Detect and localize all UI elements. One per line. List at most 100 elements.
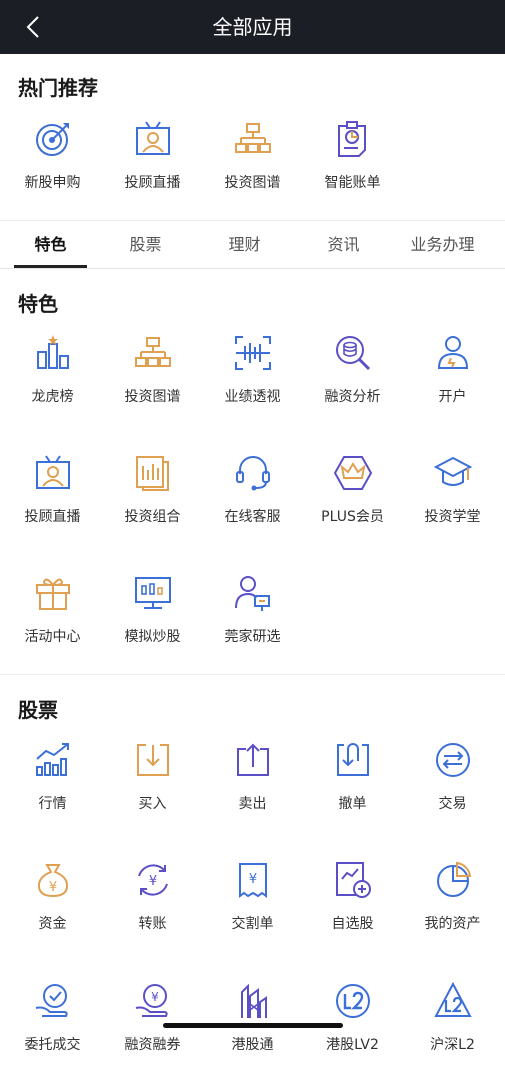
app-label: 港股通 [231,1037,274,1053]
app-label: 自选股 [331,916,374,932]
svg-text:¥: ¥ [151,990,159,1004]
app-label: 我的资产 [424,916,481,932]
svg-text:¥: ¥ [49,880,57,895]
app-new-stock-subscription[interactable]: 新股申购 [2,120,103,230]
app-label: 行情 [38,796,67,812]
app-trade[interactable]: 交易 [402,741,503,851]
app-watchlist[interactable]: 自选股 [302,861,403,971]
hk-building-icon [241,983,267,1018]
exchange-arrows-icon [436,743,470,777]
hot-section-title: 热门推荐 [18,76,98,100]
transfer-icon: ¥ [138,864,168,896]
app-label: 智能账单 [324,175,381,191]
app-label: 投资图谱 [124,389,181,405]
app-label: 投资图谱 [224,175,281,191]
l2-circle-icon [336,984,370,1018]
app-label: 投顾直播 [24,509,81,525]
app-label: 融资分析 [324,389,381,405]
app-label: 委托成交 [24,1037,81,1053]
tab-stocks[interactable]: 股票 [95,222,196,268]
svg-text:¥: ¥ [149,874,157,889]
target-icon [36,123,69,156]
app-online-service[interactable]: 在线客服 [202,454,303,564]
app-dragon-tiger-list[interactable]: 龙虎榜 [2,334,103,444]
buy-tray-icon [137,744,169,776]
app-sell[interactable]: 卖出 [202,741,303,851]
graduation-cap-icon [434,456,472,486]
app-portfolio[interactable]: 投资组合 [102,454,203,564]
candlestick-monitor-icon [135,577,171,609]
add-watchlist-icon [336,862,371,898]
home-indicator[interactable] [163,1023,343,1028]
scan-bars-icon [235,336,271,370]
app-investment-map[interactable]: 投资图谱 [102,334,203,444]
bill-chart-icon [338,121,366,157]
app-plus-member[interactable]: PLUS会员 [302,454,403,564]
app-hk-level2[interactable]: 港股LV2 [302,982,403,1092]
app-market-quotes[interactable]: 行情 [2,741,103,851]
app-funds[interactable]: ¥ 资金 [2,861,103,971]
app-investment-school[interactable]: 投资学堂 [402,454,503,564]
section-divider [0,674,505,675]
page-title: 全部应用 [212,15,293,39]
cancel-order-icon [337,743,369,776]
app-label: 在线客服 [224,509,281,525]
active-tab-underline [14,265,87,268]
app-buy[interactable]: 买入 [102,741,203,851]
gift-box-icon [36,578,70,610]
app-cancel-order[interactable]: 撤单 [302,741,403,851]
app-label: 融资融券 [124,1037,181,1053]
app-my-assets[interactable]: 我的资产 [402,861,503,971]
app-simulated-trading[interactable]: 模拟炒股 [102,574,203,684]
app-label: 交割单 [231,916,274,932]
app-label: 开户 [438,389,467,405]
app-settlement-statement[interactable]: ¥ 交割单 [202,861,303,971]
crown-hexagon-icon [334,456,372,490]
app-sh-sz-level2[interactable]: 沪深L2 [402,982,503,1092]
org-chart-icon [135,337,171,367]
coins-magnifier-icon [336,336,371,371]
l2-triangle-icon [434,982,472,1017]
hand-check-icon [35,984,68,1017]
app-label: 买入 [138,796,167,812]
category-tabs: 特色 股票 理财 资讯 业务办理 [0,222,505,269]
app-hk-connect[interactable]: 港股通 [202,982,303,1092]
app-label: 莞家研选 [224,629,281,645]
app-activity-center[interactable]: 活动中心 [2,574,103,684]
user-account-icon [437,336,469,369]
app-label: PLUS会员 [321,509,384,525]
tab-special[interactable]: 特色 [0,222,101,268]
tab-news[interactable]: 资讯 [293,222,394,268]
section-divider [0,220,505,221]
app-financing-analysis[interactable]: 融资分析 [302,334,403,444]
tab-label: 资讯 [327,235,360,254]
app-label: 模拟炒股 [124,629,181,645]
app-label: 投资组合 [124,509,181,525]
sell-tray-icon [237,743,269,776]
app-label: 业绩透视 [224,389,281,405]
app-label: 港股LV2 [326,1037,379,1053]
ranking-bars-icon [37,335,69,369]
app-advisor-live[interactable]: 投顾直播 [2,454,103,564]
app-label: 沪深L2 [430,1037,475,1053]
receipt-icon: ¥ [239,863,267,898]
tab-label: 股票 [129,235,162,254]
tab-business[interactable]: 业务办理 [392,222,493,268]
portfolio-icon [136,456,169,491]
app-orders-fills[interactable]: 委托成交 [2,982,103,1092]
stocks-section-title: 股票 [18,698,58,722]
app-advisor-live[interactable]: 投顾直播 [102,120,203,230]
app-investment-map[interactable]: 投资图谱 [202,120,303,230]
app-smart-bill[interactable]: 智能账单 [302,120,403,230]
org-chart-icon [235,123,271,153]
app-margin-trading[interactable]: ¥ 融资融券 [102,982,203,1092]
tab-wealth[interactable]: 理财 [194,222,295,268]
app-label: 投顾直播 [124,175,181,191]
app-dongguan-research[interactable]: 莞家研选 [202,574,303,684]
app-transfer[interactable]: ¥ 转账 [102,861,203,971]
trend-bars-icon [36,743,69,776]
app-performance-insight[interactable]: 业绩透视 [202,334,303,444]
app-label: 活动中心 [24,629,81,645]
tab-label: 业务办理 [410,235,475,254]
app-open-account[interactable]: 开户 [402,334,503,444]
